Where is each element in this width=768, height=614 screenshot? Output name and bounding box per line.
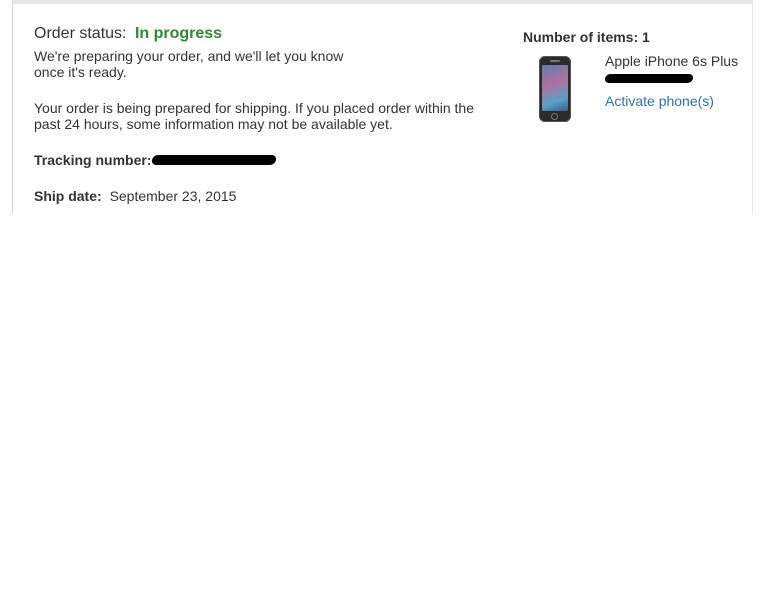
product-detail-redaction	[604, 74, 694, 83]
items-summary: Number of items: 1 Apple iPhone 6s Plus …	[523, 29, 753, 122]
phone-speaker	[550, 60, 560, 62]
activate-phone-link[interactable]: Activate phone(s)	[605, 93, 714, 109]
order-status: Order status: In progress	[34, 24, 474, 44]
order-status-value: In progress	[134, 25, 223, 42]
ship-date-label: Ship date:	[34, 188, 102, 204]
items-count: Number of items: 1	[523, 29, 650, 45]
tracking-number: Tracking number:	[34, 152, 474, 168]
phone-icon	[539, 56, 571, 122]
phone-screen	[542, 65, 568, 111]
ship-date: Ship date: September 23, 2015	[34, 188, 474, 204]
preparing-message: We're preparing your order, and we'll le…	[34, 48, 344, 80]
ship-date-value: September 23, 2015	[109, 188, 237, 204]
shipping-message: Your order is being prepared for shippin…	[34, 100, 474, 132]
product-name: Apple iPhone 6s Plus	[605, 53, 739, 69]
order-details: Order status: In progress We're preparin…	[34, 24, 474, 204]
tracking-number-redaction	[151, 155, 277, 165]
order-status-label: Order status:	[34, 25, 127, 42]
phone-home-button	[551, 113, 558, 120]
tracking-number-label: Tracking number:	[34, 152, 152, 168]
order-panel: Order status: In progress We're preparin…	[12, 0, 753, 214]
